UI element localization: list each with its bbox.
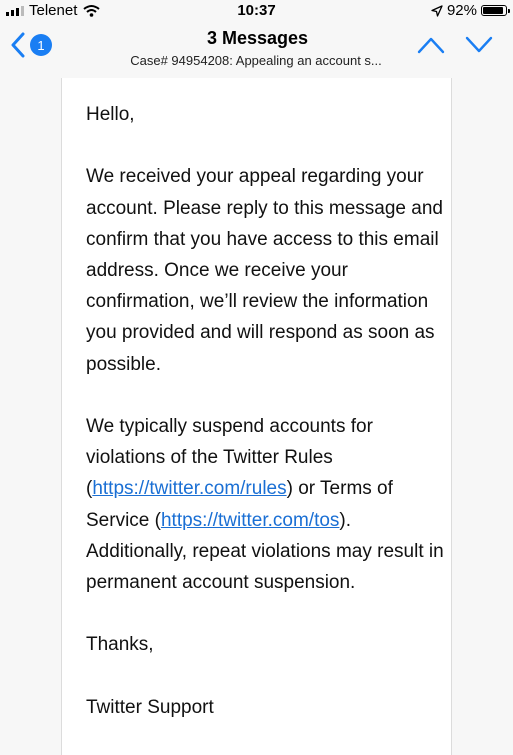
twitter-rules-link[interactable]: https://twitter.com/rules [92,478,286,499]
thread-title: 3 Messages [206,28,309,48]
message-navigation [417,36,493,54]
status-bar: Telenet 10:37 92% [0,0,513,22]
previous-message-icon[interactable] [417,36,445,54]
message-text: Hello, We received your appeal regarding… [86,99,446,754]
greeting: Hello, [86,104,135,125]
nav-bar: 1 3 Messages Case# 94954208: Appealing a… [0,22,513,78]
thread-subject: Case# 94954208: Appealing an account s..… [130,53,382,68]
battery-percent: 92% [446,2,477,19]
suspension-paragraph: We typically suspend accounts for violat… [86,411,446,598]
message-body: Hello, We received your appeal regarding… [62,78,451,755]
battery-fill [483,7,504,14]
next-message-icon[interactable] [465,36,493,54]
status-right: 92% [431,2,510,19]
terms-of-service-link[interactable]: https://twitter.com/tos [161,510,339,531]
unread-count-badge: 1 [30,34,52,56]
thanks-line: Thanks, [86,634,154,656]
back-button[interactable]: 1 [10,32,52,58]
location-arrow-icon [431,4,443,17]
signature: Twitter Support [86,696,214,718]
appeal-paragraph: We received your appeal regarding your a… [86,166,443,375]
content-right-edge [451,78,452,755]
battery-nub [508,9,510,13]
battery-icon [481,5,510,16]
back-chevron-icon [11,32,25,58]
